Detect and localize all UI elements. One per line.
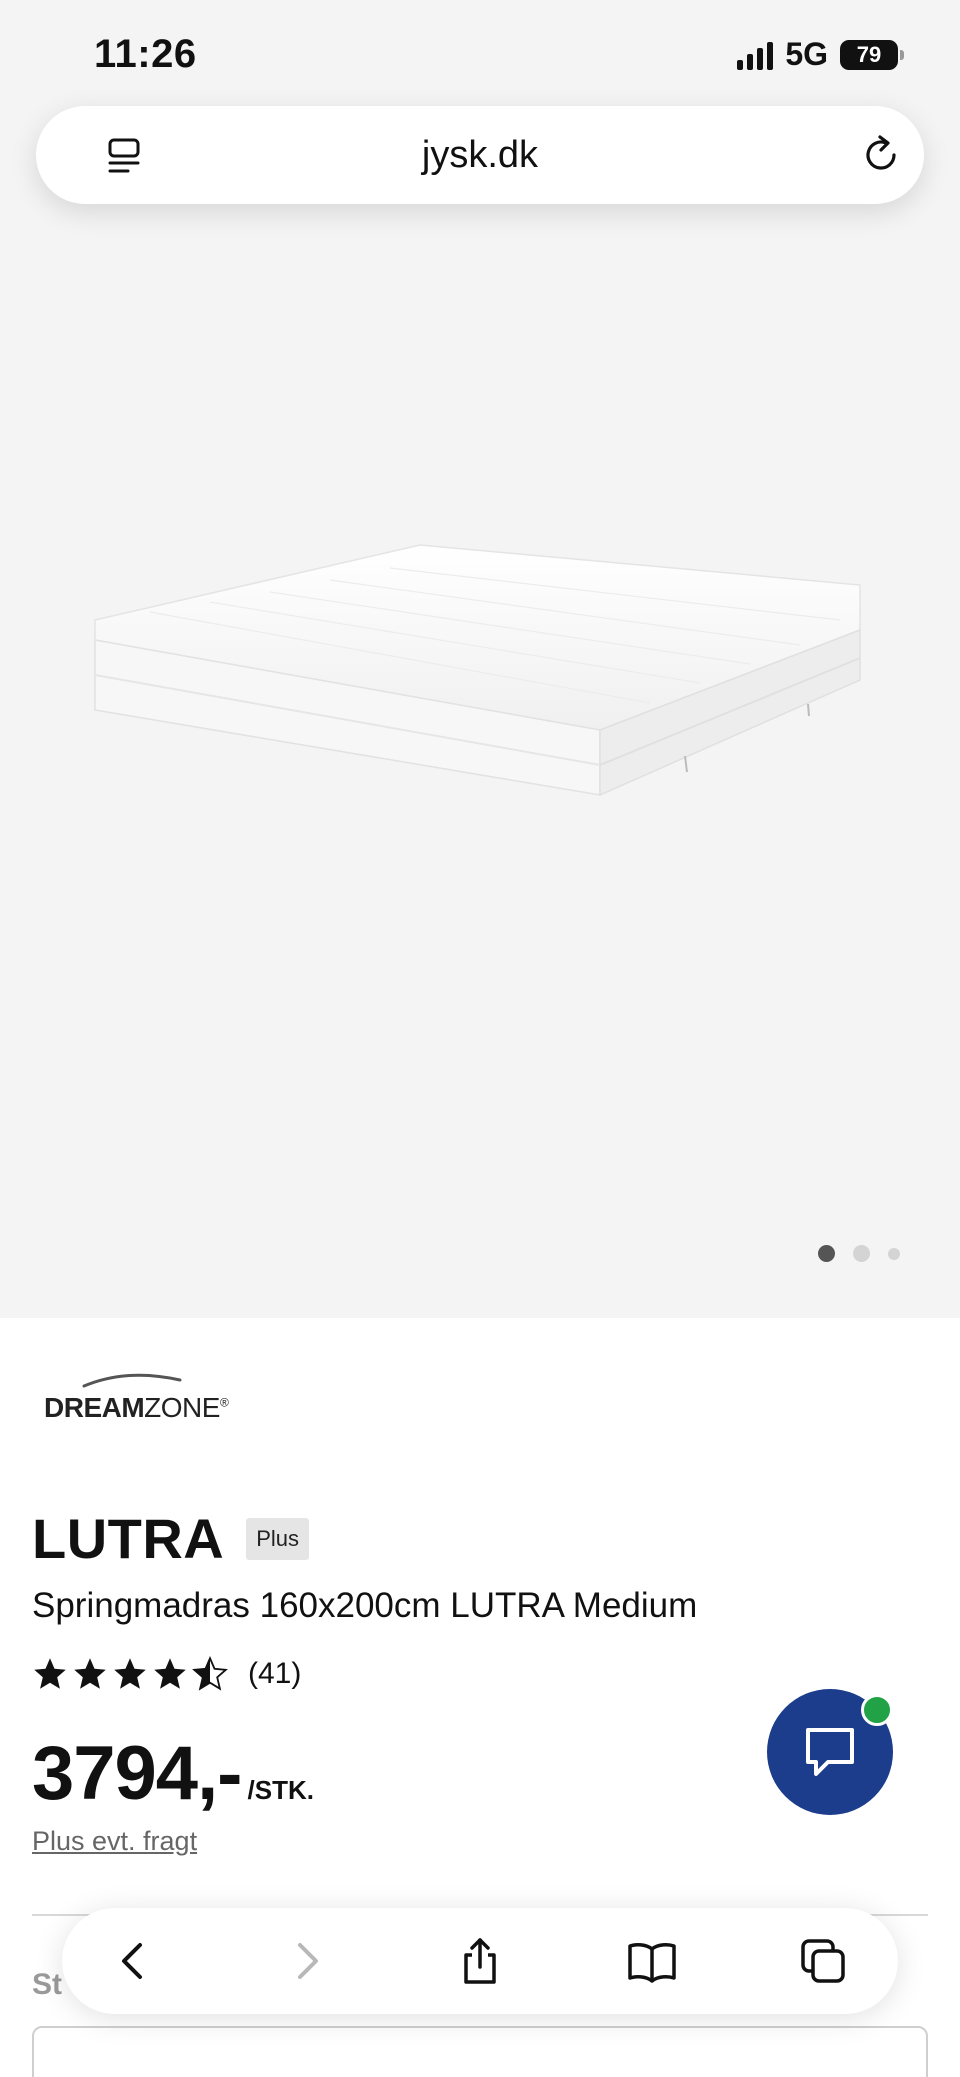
bookmarks-button[interactable] — [621, 1930, 683, 1992]
product-title-row: LUTRA Plus — [32, 1506, 310, 1571]
browser-toolbar — [62, 1908, 898, 2014]
brand-name: DREAMZONE® — [44, 1392, 229, 1423]
half-star-icon — [192, 1656, 228, 1691]
size-selector[interactable] — [32, 2026, 928, 2077]
rating[interactable]: (41) — [32, 1656, 301, 1692]
bookmarks-icon — [628, 1943, 676, 1983]
price: 3794,- — [32, 1731, 242, 1816]
brand-logo[interactable]: DREAMZONE® — [44, 1370, 234, 1424]
carousel-dots[interactable] — [818, 1245, 900, 1262]
mattress-image — [94, 544, 861, 797]
reload-icon[interactable] — [858, 132, 904, 178]
signal-icon — [737, 40, 774, 70]
status-indicators: 5G 79 — [737, 36, 904, 73]
forward-button[interactable] — [276, 1930, 338, 1992]
back-icon — [122, 1943, 142, 1979]
share-icon — [464, 1938, 496, 1984]
section-label: St — [32, 1968, 62, 2001]
carousel-dot-2[interactable] — [853, 1245, 870, 1262]
plus-badge: Plus — [246, 1517, 310, 1560]
rating-stars — [32, 1656, 228, 1692]
tabs-icon — [801, 1939, 845, 1983]
shipping-link[interactable]: Plus evt. fragt — [32, 1826, 197, 1857]
battery-level: 79 — [856, 41, 882, 67]
product-description: Springmadras 160x200cm LUTRA Medium — [32, 1586, 698, 1625]
brand-swoosh-icon — [82, 1373, 182, 1388]
chat-button[interactable] — [767, 1689, 893, 1815]
price-unit: /STK. — [247, 1775, 314, 1805]
carousel-dot-3[interactable] — [888, 1247, 900, 1260]
price-row: 3794,- /STK. — [32, 1730, 314, 1817]
back-button[interactable] — [102, 1930, 164, 1992]
url-text[interactable]: jysk.dk — [36, 134, 924, 177]
forward-icon — [298, 1943, 318, 1979]
carousel-dot-1[interactable] — [818, 1245, 835, 1262]
address-bar[interactable]: jysk.dk — [36, 106, 924, 204]
network-type: 5G — [785, 36, 828, 72]
status-bar: 11:26 5G 79 — [0, 0, 960, 100]
tabs-button[interactable] — [792, 1930, 854, 1992]
share-button[interactable] — [449, 1930, 511, 1992]
online-status-dot — [861, 1694, 893, 1726]
review-count[interactable]: (41) — [248, 1657, 301, 1691]
star-icon — [74, 1658, 106, 1689]
status-time: 11:26 — [94, 32, 197, 76]
star-icon — [114, 1658, 146, 1689]
star-icon — [34, 1658, 66, 1689]
product-name: LUTRA — [32, 1507, 225, 1570]
chat-bubble-icon — [806, 1728, 854, 1776]
battery-icon: 79 — [840, 39, 904, 70]
star-icon — [154, 1658, 186, 1689]
